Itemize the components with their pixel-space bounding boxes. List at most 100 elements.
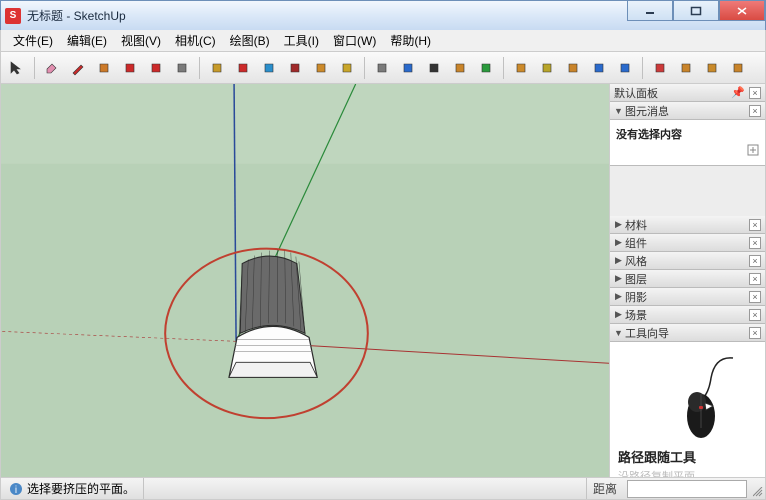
- panel-阴影[interactable]: ▶阴影×: [610, 288, 765, 306]
- menu-item[interactable]: 视图(V): [115, 30, 167, 51]
- toolbar-separator: [34, 57, 35, 79]
- polygon-button[interactable]: [144, 56, 168, 80]
- move-icon: [235, 60, 251, 76]
- dimension-button[interactable]: [396, 56, 420, 80]
- position-button[interactable]: [726, 56, 750, 80]
- expand-icon[interactable]: [747, 144, 759, 156]
- rectangle-button[interactable]: [170, 56, 194, 80]
- instructor-subtitle: 沿路径复制平面。: [618, 468, 757, 477]
- followme-button[interactable]: [283, 56, 307, 80]
- xray-button[interactable]: [648, 56, 672, 80]
- panel-图层[interactable]: ▶图层×: [610, 270, 765, 288]
- plane-button[interactable]: [448, 56, 472, 80]
- axis-button[interactable]: [474, 56, 498, 80]
- xray-icon: [652, 60, 668, 76]
- toolbar-separator: [199, 57, 200, 79]
- text-icon: [426, 60, 442, 76]
- menu-item[interactable]: 绘图(B): [224, 30, 276, 51]
- scale-button[interactable]: [309, 56, 333, 80]
- panel-组件[interactable]: ▶组件×: [610, 234, 765, 252]
- pan-icon: [539, 60, 555, 76]
- toolbar-separator: [503, 57, 504, 79]
- panel-label: 图层: [625, 271, 749, 287]
- freehand-icon: [96, 60, 112, 76]
- rectangle-icon: [174, 60, 190, 76]
- scene-svg: [1, 84, 609, 477]
- window-buttons: [627, 1, 765, 21]
- panel-风格[interactable]: ▶风格×: [610, 252, 765, 270]
- walk-button[interactable]: [674, 56, 698, 80]
- panel-close-icon[interactable]: ×: [749, 219, 761, 231]
- expand-icon: ▶: [614, 273, 623, 284]
- panel-工具向导[interactable]: ▼工具向导×: [610, 324, 765, 342]
- panel-label: 图元消息: [625, 103, 749, 119]
- prev-view-icon: [617, 60, 633, 76]
- tape-button[interactable]: [370, 56, 394, 80]
- pushpull-button[interactable]: [205, 56, 229, 80]
- menu-item[interactable]: 文件(E): [7, 30, 59, 51]
- expand-icon: ▶: [614, 291, 623, 302]
- panel-label: 阴影: [625, 289, 749, 305]
- app-icon: S: [5, 8, 21, 24]
- offset-icon: [339, 60, 355, 76]
- select-arrow-button[interactable]: [5, 56, 29, 80]
- zoom-icon: [565, 60, 581, 76]
- maximize-button[interactable]: [673, 1, 719, 21]
- panel-close-icon[interactable]: ×: [749, 237, 761, 249]
- tray-title: 默认面板: [614, 85, 731, 101]
- minimize-button[interactable]: [627, 1, 673, 21]
- panel-entity-info[interactable]: ▼ 图元消息 ×: [610, 102, 765, 120]
- panel-材料[interactable]: ▶材料×: [610, 216, 765, 234]
- panel-场景[interactable]: ▶场景×: [610, 306, 765, 324]
- panel-close-icon[interactable]: ×: [749, 255, 761, 267]
- text-button[interactable]: [422, 56, 446, 80]
- status-hint: 选择要挤压的平面。: [27, 480, 135, 497]
- no-selection-text: 没有选择内容: [616, 129, 682, 141]
- viewport[interactable]: [0, 84, 610, 478]
- move-button[interactable]: [231, 56, 255, 80]
- menubar: 文件(E)编辑(E)视图(V)相机(C)绘图(B)工具(I)窗口(W)帮助(H): [0, 30, 766, 52]
- tray-close-icon[interactable]: ×: [749, 87, 761, 99]
- zoom-extents-icon: [591, 60, 607, 76]
- panel-label: 材料: [625, 217, 749, 233]
- axis-icon: [478, 60, 494, 76]
- panel-close-icon[interactable]: ×: [749, 327, 761, 339]
- menu-item[interactable]: 帮助(H): [384, 30, 437, 51]
- polygon-icon: [148, 60, 164, 76]
- window-title: 无标题 - SketchUp: [27, 7, 126, 24]
- panel-label: 组件: [625, 235, 749, 251]
- resize-grip[interactable]: [751, 478, 765, 499]
- orbit-button[interactable]: [509, 56, 533, 80]
- position-icon: [730, 60, 746, 76]
- pan-button[interactable]: [535, 56, 559, 80]
- panel-close-icon[interactable]: ×: [749, 309, 761, 321]
- menu-item[interactable]: 相机(C): [169, 30, 222, 51]
- panel-close-icon[interactable]: ×: [749, 273, 761, 285]
- followme-icon: [287, 60, 303, 76]
- menu-item[interactable]: 编辑(E): [61, 30, 113, 51]
- zoom-extents-button[interactable]: [587, 56, 611, 80]
- close-button[interactable]: [719, 1, 765, 21]
- tape-icon: [374, 60, 390, 76]
- panel-close-icon[interactable]: ×: [749, 291, 761, 303]
- distance-input[interactable]: [627, 480, 747, 498]
- panel-label: 场景: [625, 307, 749, 323]
- freehand-button[interactable]: [92, 56, 116, 80]
- collapse-icon: ▼: [614, 106, 623, 116]
- panel-close-icon[interactable]: ×: [749, 105, 761, 117]
- look-button[interactable]: [700, 56, 724, 80]
- tray-header[interactable]: 默认面板 📌 ×: [610, 84, 765, 102]
- dimension-icon: [400, 60, 416, 76]
- rotate-button[interactable]: [257, 56, 281, 80]
- menu-item[interactable]: 工具(I): [278, 30, 325, 51]
- pin-icon[interactable]: 📌: [731, 86, 745, 99]
- expand-icon: ▶: [614, 255, 623, 266]
- offset-button[interactable]: [335, 56, 359, 80]
- eraser-button[interactable]: [40, 56, 64, 80]
- zoom-button[interactable]: [561, 56, 585, 80]
- side-tray: 默认面板 📌 × ▼ 图元消息 × 没有选择内容 ▶材料×▶组件×▶风格×▶图层…: [610, 84, 766, 478]
- pencil-button[interactable]: [66, 56, 90, 80]
- arc-button[interactable]: [118, 56, 142, 80]
- prev-view-button[interactable]: [613, 56, 637, 80]
- menu-item[interactable]: 窗口(W): [327, 30, 382, 51]
